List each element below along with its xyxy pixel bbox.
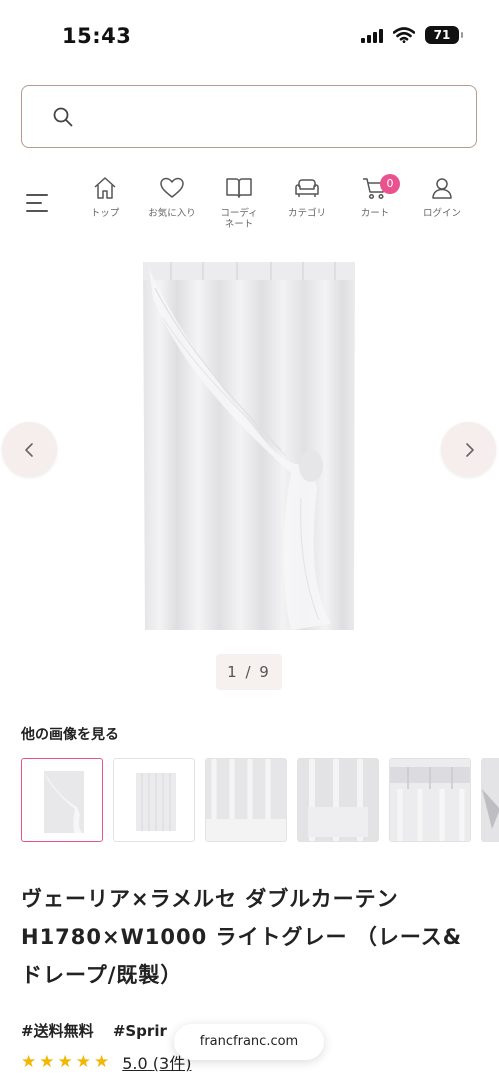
- main-nav: トップ お気に入り コーディ ネート カテゴリ 0 カート ログイン: [0, 170, 499, 240]
- status-icons: 71: [361, 26, 463, 44]
- star-icon: ★: [75, 1052, 91, 1072]
- heart-icon: [160, 177, 184, 198]
- nav-item-category[interactable]: カテゴリ: [277, 176, 337, 219]
- thumbnail-strip: [21, 758, 499, 844]
- thumbnail-4[interactable]: [297, 758, 379, 842]
- product-title: ヴェーリア×ラメルセ ダブルカーテン H1780×W1000 ライトグレー （レ…: [21, 887, 463, 987]
- wifi-icon: [393, 27, 415, 43]
- nav-label-cart: カート: [360, 208, 390, 219]
- gallery-heading: 他の画像を見る: [21, 727, 119, 743]
- chevron-left-icon: [24, 442, 33, 457]
- product-rating[interactable]: ★ ★ ★ ★ ★ 5.0 (3件): [21, 1050, 191, 1074]
- nav-item-login[interactable]: ログイン: [412, 176, 472, 219]
- carousel-prev-button[interactable]: [2, 422, 57, 477]
- star-icon: ★: [94, 1052, 110, 1072]
- nav-item-top[interactable]: トップ: [75, 176, 135, 219]
- nav-item-cart[interactable]: 0 カート: [345, 174, 405, 219]
- nav-label-category: カテゴリ: [287, 208, 326, 219]
- nav-label-coordinate-line2: ネート: [224, 219, 254, 230]
- star-icon: ★: [57, 1052, 73, 1072]
- search-icon: [53, 107, 73, 127]
- battery-icon: 71: [425, 26, 463, 44]
- star-icon: ★: [21, 1052, 37, 1072]
- thumbnail-2[interactable]: [113, 758, 195, 842]
- sofa-icon: [295, 179, 319, 197]
- thumbnail-3[interactable]: [205, 758, 287, 842]
- search-box[interactable]: [21, 85, 477, 148]
- image-pager: 1 / 9: [216, 654, 282, 690]
- nav-item-favorites[interactable]: お気に入り: [142, 176, 202, 219]
- user-icon: [432, 178, 452, 199]
- thumbnail-5[interactable]: [389, 758, 471, 842]
- menu-icon[interactable]: [26, 192, 50, 214]
- chevron-right-icon: [465, 442, 474, 457]
- signal-icon: [361, 27, 383, 43]
- product-image[interactable]: [141, 258, 357, 634]
- battery-level: 71: [433, 28, 451, 42]
- star-icon: ★: [39, 1052, 55, 1072]
- thumbnail-1[interactable]: [21, 758, 103, 842]
- product-tags: #送料無料 #Sprir: [21, 1020, 181, 1041]
- thumbnail-6[interactable]: [481, 758, 499, 842]
- nav-label-coordinate-line1: コーディ: [220, 208, 258, 219]
- nav-label-login: ログイン: [422, 208, 461, 219]
- carousel-next-button[interactable]: [441, 422, 496, 477]
- tag-spring[interactable]: #Sprir: [113, 1022, 167, 1040]
- status-bar: 15:43 71: [0, 0, 499, 70]
- rating-value: 5.0: [122, 1054, 148, 1073]
- browser-domain-pill[interactable]: francfranc.com: [174, 1024, 324, 1060]
- cart-count-badge: 0: [380, 174, 400, 194]
- tag-free-shipping[interactable]: #送料無料: [21, 1022, 94, 1040]
- nav-label-coordinate: コーディ ネート: [209, 208, 269, 230]
- nav-label-top: トップ: [90, 208, 120, 219]
- status-time: 15:43: [62, 24, 132, 48]
- nav-item-coordinate[interactable]: コーディ ネート: [209, 176, 269, 230]
- book-icon: [226, 178, 252, 198]
- search-input[interactable]: [86, 100, 456, 134]
- nav-label-favorites: お気に入り: [148, 208, 196, 219]
- home-icon: [94, 177, 116, 199]
